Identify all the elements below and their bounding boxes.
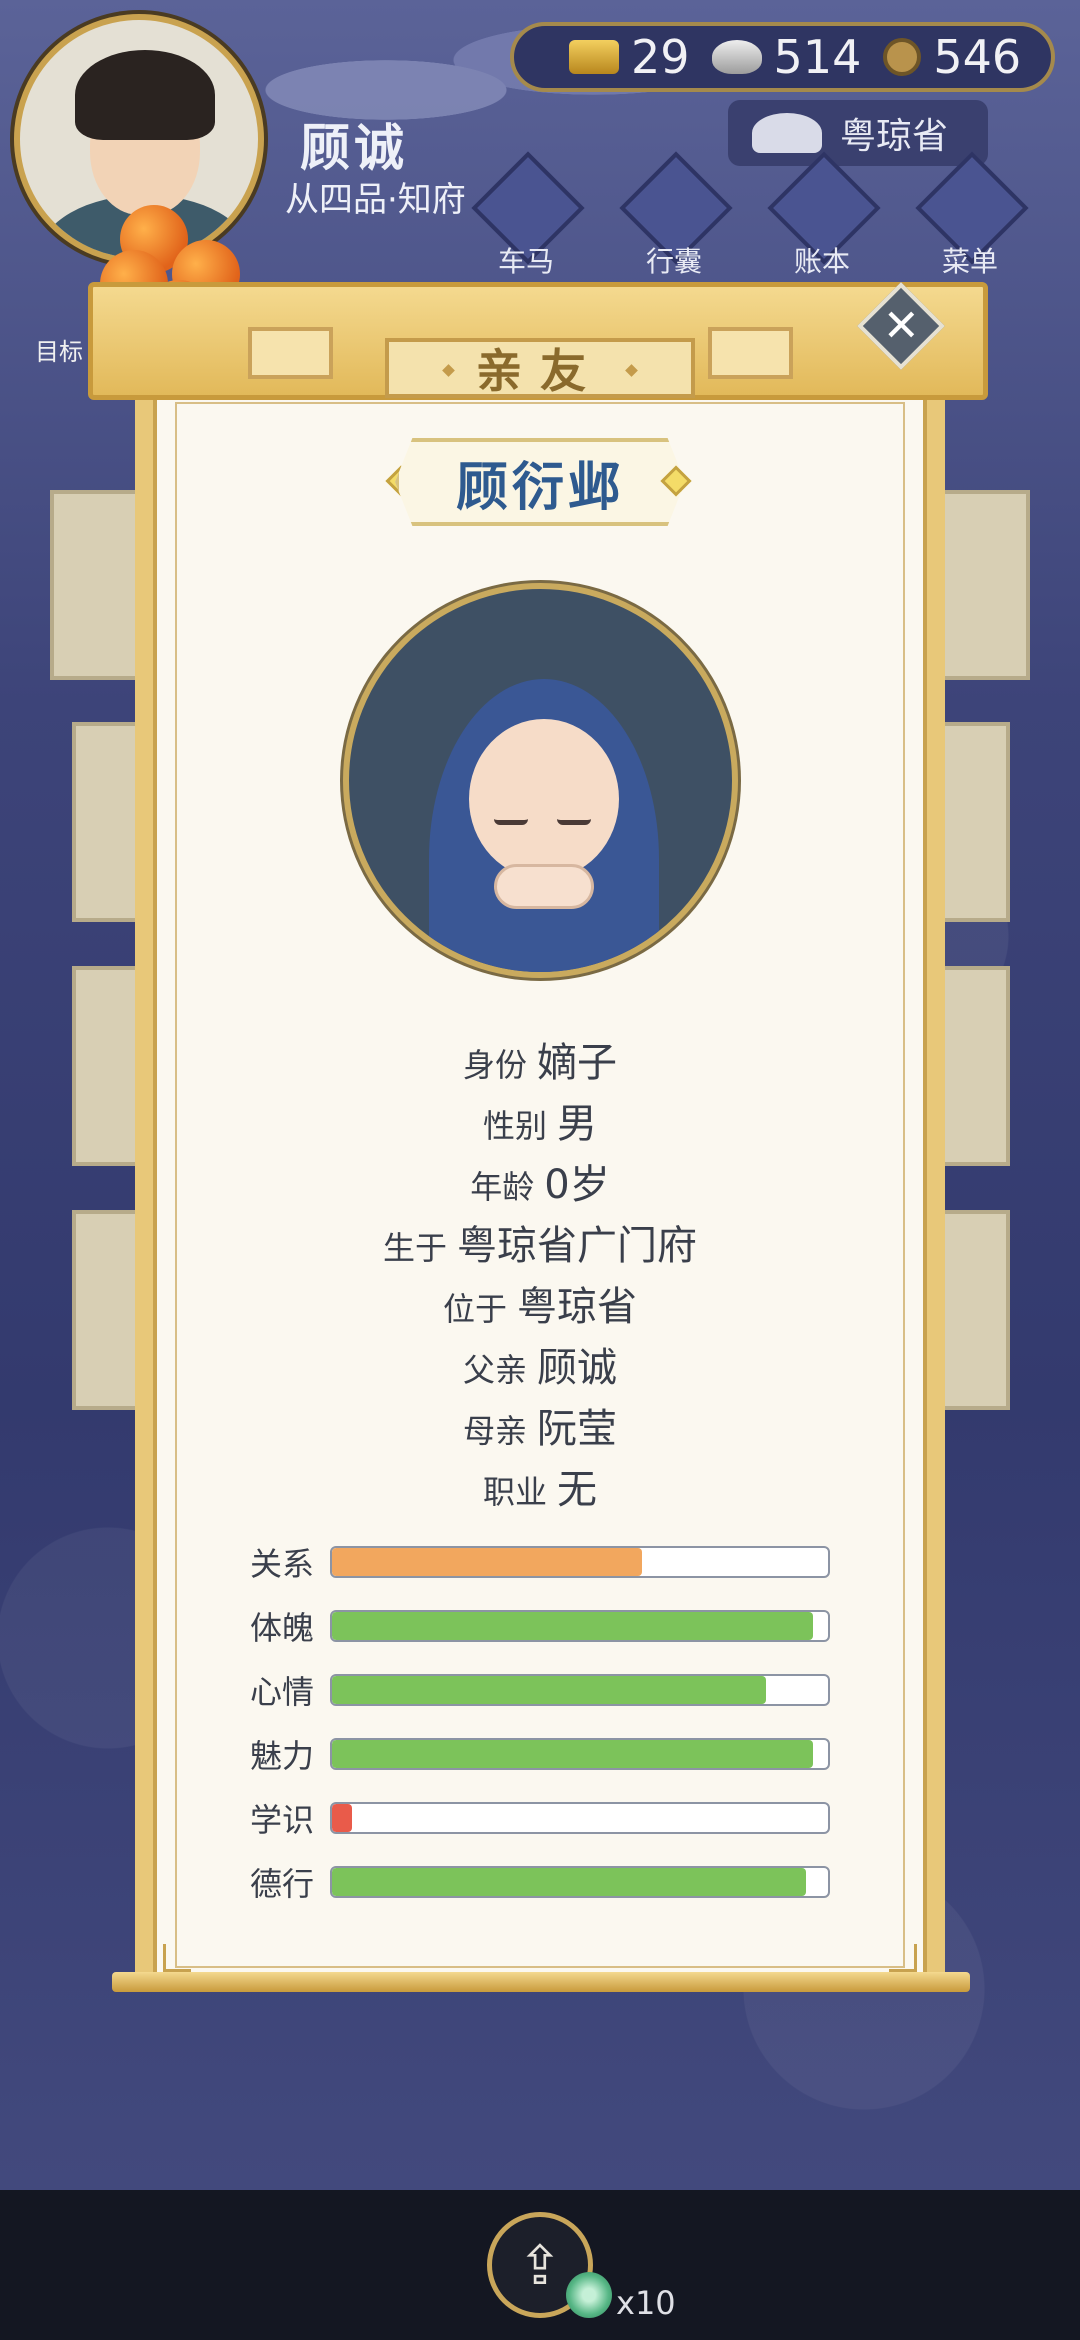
- location-label: 粤琼省: [840, 116, 949, 157]
- menu-more-button[interactable]: 菜单: [914, 151, 1029, 280]
- stat-fill: [332, 1676, 766, 1704]
- share-reward-count: x10: [616, 2284, 676, 2322]
- info-value: 顾诚: [537, 1345, 617, 1391]
- info-value: 0岁: [544, 1162, 610, 1208]
- info-row-mother: 母亲 阮莹: [135, 1396, 945, 1457]
- info-key: 父亲: [462, 1351, 527, 1389]
- info-row-age: 年龄 0岁: [135, 1152, 945, 1213]
- stat-row-knowledge: 学识: [250, 1786, 830, 1850]
- relative-portrait: [343, 583, 738, 978]
- gold-count: 29: [631, 30, 690, 84]
- copper-coin-icon: [883, 38, 922, 76]
- stat-fill: [332, 1612, 814, 1640]
- info-row-identity: 身份 嫡子: [135, 1030, 945, 1091]
- info-key: 年龄: [470, 1168, 535, 1206]
- info-key: 职业: [482, 1473, 547, 1511]
- stat-label: 关系: [250, 1545, 315, 1583]
- stat-bar: [330, 1738, 830, 1770]
- coin-count: 546: [933, 30, 1022, 84]
- info-row-occupation: 职业 无: [135, 1457, 945, 1518]
- stat-bar: [330, 1546, 830, 1578]
- stat-bar: [330, 1674, 830, 1706]
- stat-label: 学识: [250, 1801, 315, 1839]
- background-card: [930, 490, 1030, 680]
- menu-bag-button[interactable]: 行囊: [618, 151, 733, 280]
- menu-label: 账本: [793, 245, 850, 278]
- stat-row-mood: 心情: [250, 1658, 830, 1722]
- scroll-bottom-rod: [112, 1972, 970, 1992]
- stat-label: 魅力: [250, 1737, 315, 1775]
- stat-bar: [330, 1802, 830, 1834]
- player-rank: 从四品·知府: [285, 180, 466, 220]
- stat-label: 体魄: [250, 1609, 315, 1647]
- info-value: 男: [557, 1101, 597, 1147]
- jade-reward-icon: [566, 2272, 612, 2318]
- relative-info-list: 身份 嫡子 性别 男 年龄 0岁 生于 粤琼省广门府 位于 粤琼省 父亲 顾诚 …: [135, 1030, 945, 1518]
- stat-row-charm: 魅力: [250, 1722, 830, 1786]
- gold-ingot-icon: [569, 40, 619, 74]
- location-icon: [752, 113, 822, 153]
- player-name: 顾诚: [300, 119, 408, 177]
- stat-bar: [330, 1610, 830, 1642]
- close-icon: ✕: [882, 300, 920, 351]
- info-value: 嫡子: [537, 1040, 617, 1086]
- menu-carriage-button[interactable]: 车马: [470, 151, 585, 280]
- info-value: 粤琼省广门府: [457, 1223, 697, 1269]
- stat-fill: [332, 1548, 642, 1576]
- stat-label: 心情: [250, 1673, 315, 1711]
- info-key: 母亲: [462, 1412, 527, 1450]
- stat-fill: [332, 1804, 352, 1832]
- info-value: 无: [557, 1467, 597, 1513]
- modal-title: 亲友: [385, 338, 695, 398]
- silver-ingot-icon: [711, 40, 762, 74]
- info-value: 粤琼省: [517, 1284, 637, 1330]
- currency-bar: 29 514 546: [510, 22, 1055, 92]
- info-key: 身份: [462, 1046, 527, 1084]
- goal-button[interactable]: 目标: [35, 332, 83, 367]
- silver-count: 514: [773, 30, 862, 84]
- menu-ledger-button[interactable]: 账本: [766, 151, 881, 280]
- stat-fill: [332, 1740, 814, 1768]
- menu-label: 行囊: [645, 245, 702, 278]
- main-menu: 车马 行囊 账本 菜单: [470, 151, 1029, 280]
- info-key: 位于: [442, 1290, 507, 1328]
- info-row-location: 位于 粤琼省: [135, 1274, 945, 1335]
- stat-row-relationship: 关系: [250, 1530, 830, 1594]
- info-key: 性别: [482, 1107, 547, 1145]
- info-row-gender: 性别 男: [135, 1091, 945, 1152]
- stat-fill: [332, 1868, 806, 1896]
- stat-row-physique: 体魄: [250, 1594, 830, 1658]
- info-row-birthplace: 生于 粤琼省广门府: [135, 1213, 945, 1274]
- share-icon: ⇪: [517, 2233, 563, 2297]
- relative-stats: 关系 体魄 心情 魅力 学识 德行: [250, 1530, 830, 1914]
- menu-label: 菜单: [941, 245, 998, 278]
- stat-bar: [330, 1866, 830, 1898]
- stat-label: 德行: [250, 1865, 315, 1903]
- info-value: 阮莹: [537, 1406, 617, 1452]
- info-key: 生于: [382, 1229, 447, 1267]
- stat-row-virtue: 德行: [250, 1850, 830, 1914]
- info-row-father: 父亲 顾诚: [135, 1335, 945, 1396]
- menu-label: 车马: [497, 245, 554, 278]
- relative-name: 顾衍邺: [395, 438, 685, 526]
- location-button[interactable]: 粤琼省: [728, 100, 988, 166]
